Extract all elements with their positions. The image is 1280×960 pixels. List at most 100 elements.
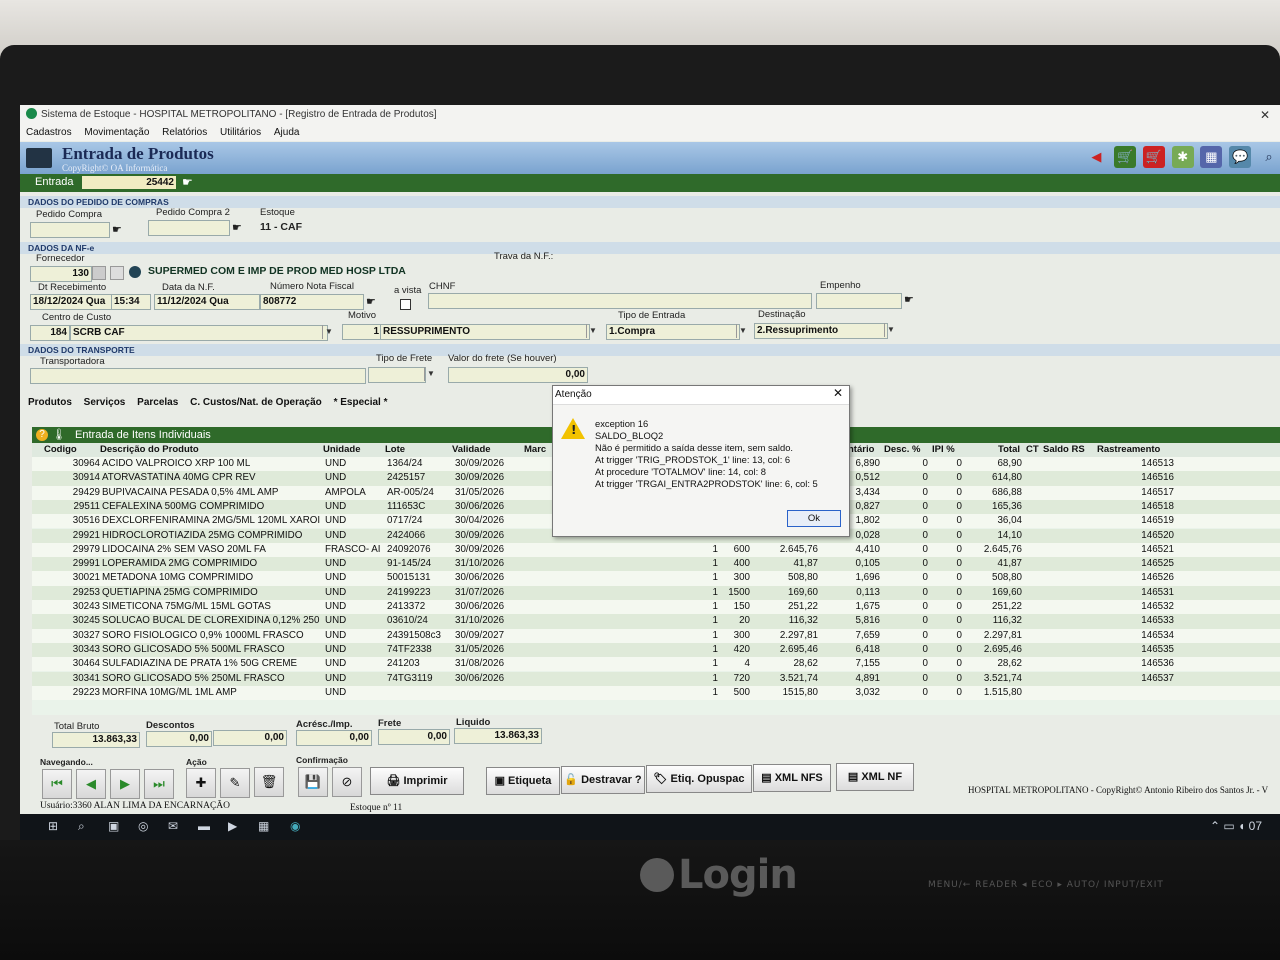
table-row[interactable]: 29979 LIDOCAINA 2% SEM VASO 20ML FA FRASCO…: [32, 542, 1280, 558]
table-row[interactable]: 29223 MORFINA 10MG/ML 1ML AMP UND 1 500 1515,…: [32, 685, 1280, 701]
fornecedor-code[interactable]: 130: [30, 266, 92, 282]
add-icon[interactable]: ✚: [186, 768, 216, 798]
table-row[interactable]: 30343 SORO GLICOSADO 5% 500ML FRASCO UND 74…: [32, 642, 1280, 658]
imprimir-button[interactable]: 🖨 Imprimir: [370, 767, 464, 795]
table-row[interactable]: 30341 SORO GLICOSADO 5% 250ML FRASCO UND 74…: [32, 671, 1280, 686]
motivo-name[interactable]: RESSUPRIMENTO: [380, 324, 590, 340]
table-row[interactable]: 30245 SOLUCAO BUCAL DE CLOREXIDINA 0,12% …: [32, 614, 1280, 629]
table-row[interactable]: 30021 METADONA 10MG COMPRIMIDO UND 50015131…: [32, 571, 1280, 586]
tab-ccustos[interactable]: C. Custos/Nat. de Operação: [190, 397, 322, 408]
table-row[interactable]: 30327 SORO FISIOLOGICO 0,9% 1000ML FRASCO…: [32, 628, 1280, 643]
menu-relatorios[interactable]: Relatórios: [162, 127, 207, 138]
motivo-dropdown-icon[interactable]: ▼: [586, 324, 599, 338]
col-rastreamento[interactable]: Rastreamento: [1097, 443, 1160, 457]
col-desc[interactable]: Desc. %: [884, 443, 920, 457]
empenho-field[interactable]: [816, 293, 902, 309]
delete-trash-icon[interactable]: 🗑: [254, 767, 284, 797]
numero-nf-field[interactable]: 808772: [260, 294, 364, 310]
col-saldo[interactable]: Saldo RS: [1043, 443, 1085, 457]
numero-lookup-icon[interactable]: ☛: [366, 295, 376, 308]
destinacao-dropdown-icon[interactable]: ▼: [884, 323, 897, 337]
centro-custo-dropdown-icon[interactable]: ▼: [322, 325, 335, 339]
tipo-entrada-dropdown-icon[interactable]: ▼: [736, 324, 749, 338]
motivo-code[interactable]: 1: [342, 324, 382, 340]
ok-button[interactable]: Ok: [787, 510, 841, 527]
help-icon[interactable]: ?: [36, 429, 48, 441]
descontos-field-2[interactable]: 0,00: [213, 730, 287, 746]
col-unitario[interactable]: ntário: [848, 443, 874, 457]
document-icon[interactable]: [110, 266, 124, 280]
col-unidade[interactable]: Unidade: [323, 443, 360, 457]
windows-start-icon[interactable]: ⊞: [48, 819, 58, 833]
menu-ajuda[interactable]: Ajuda: [274, 127, 300, 138]
table-row[interactable]: 29253 QUETIAPINA 25MG COMPRIMIDO UND 241992…: [32, 585, 1280, 600]
col-ipi[interactable]: IPI %: [932, 443, 955, 457]
close-icon[interactable]: ✕: [1260, 105, 1270, 125]
estoque-app-icon[interactable]: ◉: [290, 819, 300, 833]
menu-utilitarios[interactable]: Utilitários: [220, 127, 261, 138]
col-lote[interactable]: Lote: [385, 443, 405, 457]
destinacao-field[interactable]: 2.Ressuprimento: [754, 323, 888, 339]
tab-especial[interactable]: * Especial *: [334, 397, 388, 408]
valor-frete-field[interactable]: 0,00: [448, 367, 588, 383]
destravar-button[interactable]: 🔓 Destravar ?: [561, 766, 645, 794]
tipo-frete-field[interactable]: [368, 367, 426, 383]
centro-custo-name[interactable]: SCRB CAF: [70, 325, 328, 341]
pointer-hand-icon[interactable]: ☛: [182, 175, 193, 189]
col-validade[interactable]: Validade: [452, 443, 491, 457]
taskview-icon[interactable]: ▣: [108, 819, 119, 833]
pedido-lookup-icon[interactable]: ☛: [112, 223, 122, 236]
tab-produtos[interactable]: Produtos: [28, 397, 72, 408]
monitor-buttons[interactable]: MENU/← READER ◂ ECO ▸ AUTO/ INPUT/EXIT: [928, 880, 1164, 890]
globe-icon[interactable]: [129, 266, 141, 278]
tray-icons[interactable]: ⌃ ▭ ◖ 07: [1210, 819, 1262, 833]
data-nf-field[interactable]: 11/12/2024 Qua: [154, 294, 260, 310]
empenho-lookup-icon[interactable]: ☛: [904, 293, 914, 306]
avista-checkbox[interactable]: [400, 299, 411, 310]
pedido-compra2-field[interactable]: [148, 220, 230, 236]
first-record-icon[interactable]: ⏮: [42, 769, 72, 799]
table-row[interactable]: 29991 LOPERAMIDA 2MG COMPRIMIDO UND 91-145/…: [32, 557, 1280, 572]
media-icon[interactable]: ▶: [228, 819, 237, 833]
col-ct[interactable]: CT: [1026, 443, 1039, 457]
table-row[interactable]: 30464 SULFADIAZINA DE PRATA 1% 50G CREME U…: [32, 657, 1280, 672]
cart-icon[interactable]: 🛒: [1114, 146, 1137, 168]
acresc-field[interactable]: 0,00: [296, 730, 372, 746]
binoculars-icon[interactable]: [92, 266, 106, 280]
xml-nfs-button[interactable]: ▤ XML NFS: [753, 764, 831, 792]
menu-movimentacao[interactable]: Movimentação: [84, 127, 149, 138]
dialog-close-icon[interactable]: ✕: [833, 386, 843, 400]
etiqueta-button[interactable]: ▣ Etiqueta: [486, 767, 560, 795]
col-codigo[interactable]: Codigo: [44, 443, 77, 457]
frete-field[interactable]: 0,00: [378, 729, 450, 745]
cancel-icon[interactable]: ⊘: [332, 767, 362, 797]
col-descricao[interactable]: Descrição do Produto: [100, 443, 199, 457]
film-icon[interactable]: ▦: [1200, 146, 1223, 168]
molecule-icon[interactable]: ✱: [1171, 146, 1194, 168]
descontos-field-1[interactable]: 0,00: [146, 731, 212, 747]
col-marca[interactable]: Marc: [524, 443, 546, 457]
tab-parcelas[interactable]: Parcelas: [137, 397, 178, 408]
etiq-opuspac-button[interactable]: 🏷 Etiq. Opuspac: [646, 765, 752, 793]
app-taskbar-icon[interactable]: ▦: [258, 819, 269, 833]
last-record-icon[interactable]: ⏭: [144, 769, 174, 799]
edit-pencil-icon[interactable]: ✎: [220, 768, 250, 798]
col-total[interactable]: Total: [998, 443, 1020, 457]
prev-record-icon[interactable]: ◀: [76, 769, 106, 799]
browser-icon[interactable]: ◎: [138, 819, 148, 833]
xml-nf-button[interactable]: ▤ XML NF: [836, 763, 914, 791]
entrada-number[interactable]: 25442: [82, 176, 176, 189]
next-record-icon[interactable]: ▶: [110, 769, 140, 799]
pedido-compra-field[interactable]: [30, 222, 110, 238]
back-arrow-icon[interactable]: ◀: [1085, 146, 1107, 168]
pedido2-lookup-icon[interactable]: ☛: [232, 221, 242, 234]
chat-icon[interactable]: 💬: [1229, 146, 1252, 168]
cart-red-icon[interactable]: 🛒: [1142, 146, 1165, 168]
dt-receb-date[interactable]: 18/12/2024 Qua: [30, 294, 114, 310]
tipo-frete-dropdown-icon[interactable]: ▼: [424, 367, 437, 381]
tab-servicos[interactable]: Serviços: [84, 397, 126, 408]
save-disk-icon[interactable]: 💾: [298, 767, 328, 797]
tipo-entrada-field[interactable]: 1.Compra: [606, 324, 740, 340]
table-row[interactable]: 30243 SIMETICONA 75MG/ML 15ML GOTAS UND 241…: [32, 600, 1280, 615]
menu-cadastros[interactable]: Cadastros: [26, 127, 72, 138]
